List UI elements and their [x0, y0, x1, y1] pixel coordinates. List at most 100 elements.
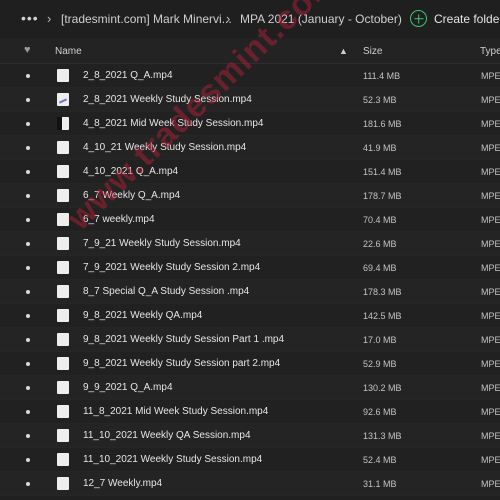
favorite-dot-icon[interactable]	[26, 266, 30, 270]
plus-circle-icon	[410, 10, 427, 27]
file-name[interactable]: 11_10_2021 Weekly Study Session.mp4	[83, 454, 262, 466]
file-name[interactable]: 4_10_21 Weekly Study Session.mp4	[83, 142, 246, 154]
file-size: 41.9 MB	[363, 143, 397, 153]
favorite-dot-icon[interactable]	[26, 338, 30, 342]
table-row[interactable]: 4_8_2021 Mid Week Study Session.mp4 181.6…	[0, 112, 500, 136]
favorite-dot-icon[interactable]	[26, 242, 30, 246]
table-row[interactable]: 8_7 Special Q_A Study Session .mp4 178.3 …	[0, 280, 500, 304]
table-row[interactable]: 2_8_2021 Weekly Study Session.mp4 52.3 MB…	[0, 88, 500, 112]
file-name[interactable]: 6_7 weekly.mp4	[83, 214, 155, 226]
file-type: MPEG	[481, 383, 500, 393]
more-horizontal-icon[interactable]: •••	[21, 11, 39, 25]
file-name[interactable]: 11_8_2021 Mid Week Study Session.mp4	[83, 406, 268, 418]
favorite-dot-icon[interactable]	[26, 314, 30, 318]
column-header-size[interactable]: Size	[363, 46, 382, 57]
table-row[interactable]: 12_7 Weekly.mp4 31.1 MB MPEG	[0, 472, 500, 496]
file-type: MPEG	[481, 407, 500, 417]
favorite-dot-icon[interactable]	[26, 386, 30, 390]
file-type: MPEG	[481, 95, 500, 105]
video-file-icon	[57, 189, 69, 202]
video-file-icon	[57, 237, 69, 250]
video-file-icon	[57, 333, 69, 346]
file-name[interactable]: 9_8_2021 Weekly Study Session Part 1 .mp…	[83, 334, 284, 346]
top-bar: ••• › [tradesmint.com] Mark Minervi... ›…	[0, 0, 500, 38]
file-name[interactable]: 4_8_2021 Mid Week Study Session.mp4	[83, 118, 263, 130]
file-size: 142.5 MB	[363, 311, 402, 321]
video-file-icon	[57, 69, 69, 82]
video-file-icon	[57, 309, 69, 322]
file-name[interactable]: 7_9_2021 Weekly Study Session 2.mp4	[83, 262, 260, 274]
create-folder-label: Create folder	[434, 11, 500, 26]
table-row[interactable]: 6_7 weekly.mp4 70.4 MB MPEG	[0, 208, 500, 232]
file-size: 31.1 MB	[363, 479, 397, 489]
video-file-icon	[57, 429, 69, 442]
table-row[interactable]: 7_9_21 Weekly Study Session.mp4 22.6 MB MP…	[0, 232, 500, 256]
video-file-icon	[57, 93, 69, 106]
file-name[interactable]: 9_8_2021 Weekly Study Session part 2.mp4	[83, 358, 280, 370]
video-file-icon	[57, 165, 69, 178]
file-type: MPEG	[481, 167, 500, 177]
favorite-dot-icon[interactable]	[26, 194, 30, 198]
favorite-dot-icon[interactable]	[26, 122, 30, 126]
file-name[interactable]: 12_7 Weekly.mp4	[83, 478, 162, 490]
video-file-icon	[57, 117, 69, 130]
file-size: 130.2 MB	[363, 383, 402, 393]
video-file-icon	[57, 261, 69, 274]
favorite-dot-icon[interactable]	[26, 290, 30, 294]
table-row[interactable]: 6_7 Weekly Q_A.mp4 178.7 MB MPEG	[0, 184, 500, 208]
file-name[interactable]: 9_9_2021 Q_A.mp4	[83, 382, 173, 394]
file-size: 151.4 MB	[363, 167, 402, 177]
table-row[interactable]: 9_8_2021 Weekly Study Session part 2.mp4…	[0, 352, 500, 376]
favorite-dot-icon[interactable]	[26, 218, 30, 222]
file-size: 111.4 MB	[363, 71, 401, 81]
favorite-dot-icon[interactable]	[26, 170, 30, 174]
file-type: MPEG	[481, 215, 500, 225]
sort-arrow-up-icon[interactable]: ▲	[339, 46, 348, 56]
file-name[interactable]: 2_8_2021 Q_A.mp4	[83, 70, 173, 82]
file-name[interactable]: 6_7 Weekly Q_A.mp4	[83, 190, 180, 202]
file-size: 92.6 MB	[363, 407, 397, 417]
breadcrumb-current[interactable]: MPA 2021 (January - October)	[240, 12, 402, 26]
favorite-dot-icon[interactable]	[26, 434, 30, 438]
create-folder-button[interactable]: Create folder	[410, 10, 500, 27]
file-size: 22.6 MB	[363, 239, 397, 249]
table-row[interactable]: 7_9_2021 Weekly Study Session 2.mp4 69.4 …	[0, 256, 500, 280]
file-type: MPEG	[481, 359, 500, 369]
video-file-icon	[57, 477, 69, 490]
table-row[interactable]: 4_10_2021 Q_A.mp4 151.4 MB MPEG	[0, 160, 500, 184]
favorite-dot-icon[interactable]	[26, 362, 30, 366]
favorite-dot-icon[interactable]	[26, 458, 30, 462]
file-type: MPEG	[481, 143, 500, 153]
file-name[interactable]: 8_7 Special Q_A Study Session .mp4	[83, 286, 249, 298]
file-name[interactable]: 11_10_2021 Weekly QA Session.mp4	[83, 430, 251, 442]
table-row[interactable]: 9_8_2021 Weekly Study Session Part 1 .mp…	[0, 328, 500, 352]
heart-icon[interactable]: ♥	[24, 45, 31, 56]
file-type: MPEG	[481, 71, 500, 81]
table-row[interactable]: 11_10_2021 Weekly QA Session.mp4 131.3 MB…	[0, 424, 500, 448]
file-type: MPEG	[481, 455, 500, 465]
file-name[interactable]: 9_8_2021 Weekly QA.mp4	[83, 310, 202, 322]
table-row[interactable]: 9_8_2021 Weekly QA.mp4 142.5 MB MPEG	[0, 304, 500, 328]
file-name[interactable]: 4_10_2021 Q_A.mp4	[83, 166, 178, 178]
video-file-icon	[57, 141, 69, 154]
table-row[interactable]: 11_10_2021 Weekly Study Session.mp4 52.4 …	[0, 448, 500, 472]
file-size: 69.4 MB	[363, 263, 397, 273]
video-file-icon	[57, 213, 69, 226]
column-header-type[interactable]: Type	[480, 46, 500, 57]
table-row[interactable]: 9_9_2021 Q_A.mp4 130.2 MB MPEG	[0, 376, 500, 400]
table-row[interactable]: 2_8_2021 Q_A.mp4 111.4 MB MPEG	[0, 64, 500, 88]
file-size: 17.0 MB	[363, 335, 397, 345]
favorite-dot-icon[interactable]	[26, 146, 30, 150]
file-size: 181.6 MB	[363, 119, 402, 129]
favorite-dot-icon[interactable]	[26, 410, 30, 414]
table-row[interactable]: 11_8_2021 Mid Week Study Session.mp4 92.6…	[0, 400, 500, 424]
favorite-dot-icon[interactable]	[26, 482, 30, 486]
favorite-dot-icon[interactable]	[26, 74, 30, 78]
table-row[interactable]: 4_10_21 Weekly Study Session.mp4 41.9 MB M…	[0, 136, 500, 160]
file-name[interactable]: 2_8_2021 Weekly Study Session.mp4	[83, 94, 252, 106]
video-file-icon	[57, 405, 69, 418]
favorite-dot-icon[interactable]	[26, 98, 30, 102]
column-header-name[interactable]: Name	[55, 46, 82, 57]
file-name[interactable]: 7_9_21 Weekly Study Session.mp4	[83, 238, 241, 250]
breadcrumb-parent[interactable]: [tradesmint.com] Mark Minervi...	[61, 12, 232, 26]
